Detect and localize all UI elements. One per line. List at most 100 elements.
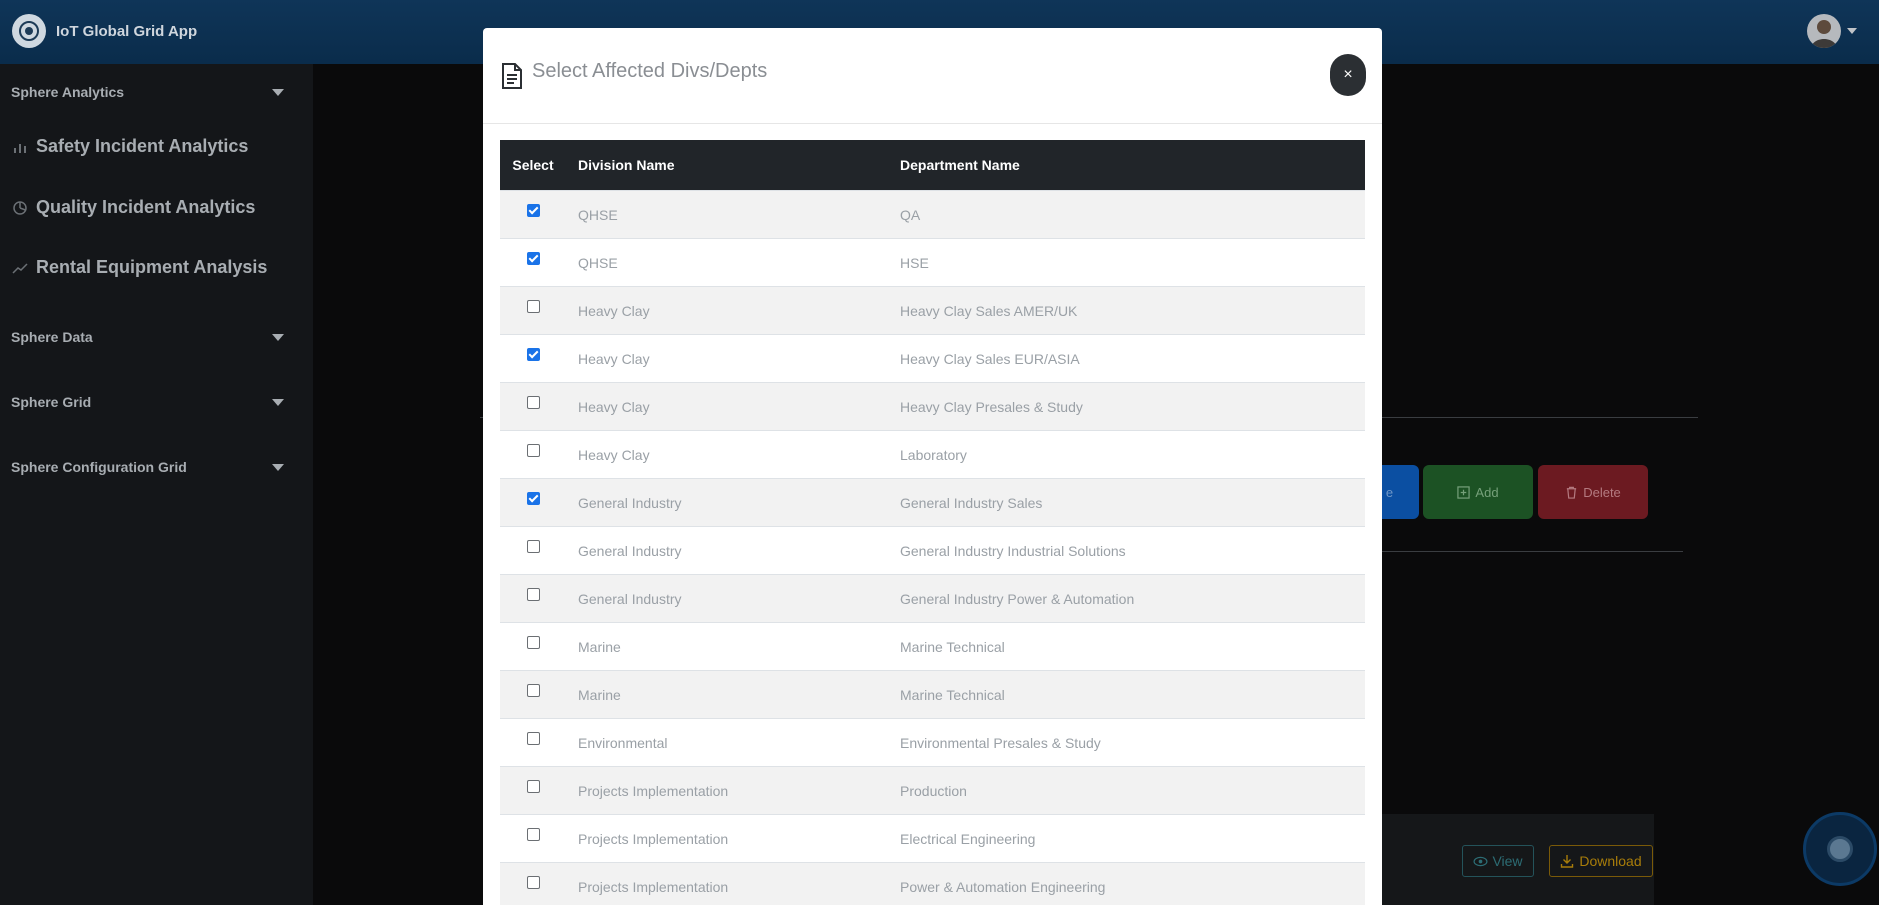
app-title: IoT Global Grid App bbox=[56, 22, 198, 40]
row-checkbox[interactable] bbox=[526, 251, 540, 265]
line-chart-icon bbox=[12, 262, 28, 274]
table-row[interactable]: QHSE HSE bbox=[500, 238, 1365, 287]
row-checkbox[interactable] bbox=[526, 683, 540, 697]
table-row[interactable]: Heavy Clay Heavy Clay Sales EUR/ASIA bbox=[500, 334, 1365, 383]
department-name-cell: Marine Technical bbox=[900, 670, 1365, 719]
department-name-cell: QA bbox=[900, 190, 1365, 239]
chevron-down-icon[interactable] bbox=[272, 399, 284, 406]
download-button[interactable]: Download bbox=[1549, 845, 1653, 877]
row-checkbox[interactable] bbox=[526, 299, 540, 313]
division-name-cell: Environmental bbox=[566, 718, 900, 767]
table-row[interactable]: General Industry General Industry Sales bbox=[500, 478, 1365, 527]
brand[interactable]: IoT Global Grid App bbox=[12, 14, 197, 48]
row-checkbox[interactable] bbox=[526, 443, 540, 457]
column-header-division: Division Name bbox=[578, 157, 675, 173]
sidebar-item-rental-equipment-analysis[interactable]: Rental Equipment Analysis bbox=[12, 257, 267, 278]
row-checkbox[interactable] bbox=[526, 203, 540, 217]
close-button[interactable]: × bbox=[1330, 54, 1366, 96]
delete-button-label: Delete bbox=[1583, 484, 1621, 500]
select-cell bbox=[500, 526, 566, 575]
user-avatar[interactable] bbox=[1807, 14, 1841, 48]
table-row[interactable]: General Industry General Industry Industr… bbox=[500, 526, 1365, 575]
department-name-cell: HSE bbox=[900, 238, 1365, 287]
sidebar-section-grid[interactable]: Sphere Grid bbox=[11, 394, 91, 410]
division-name-cell: Heavy Clay bbox=[566, 286, 900, 335]
column-header-department: Department Name bbox=[900, 157, 1020, 173]
row-checkbox[interactable] bbox=[526, 779, 540, 793]
table-row[interactable]: Marine Marine Technical bbox=[500, 622, 1365, 671]
user-menu-caret-icon[interactable] bbox=[1847, 28, 1857, 34]
row-checkbox[interactable] bbox=[526, 395, 540, 409]
sidebar-section-analytics[interactable]: Sphere Analytics bbox=[11, 84, 124, 100]
table-row[interactable]: Environmental Environmental Presales & St… bbox=[500, 718, 1365, 767]
sidebar-section-data[interactable]: Sphere Data bbox=[11, 329, 93, 345]
select-cell bbox=[500, 430, 566, 479]
chat-bot-icon bbox=[1827, 836, 1853, 862]
division-name-cell: QHSE bbox=[566, 190, 900, 239]
trash-icon bbox=[1567, 486, 1577, 499]
row-checkbox[interactable] bbox=[526, 539, 540, 553]
division-name-cell: Projects Implementation bbox=[566, 766, 900, 815]
sidebar-item-label: Quality Incident Analytics bbox=[36, 197, 256, 217]
division-name-cell: General Industry bbox=[566, 478, 900, 527]
select-cell bbox=[500, 478, 566, 527]
select-cell bbox=[500, 670, 566, 719]
table-row[interactable]: Projects Implementation Electrical Engine… bbox=[500, 814, 1365, 863]
department-name-cell: General Industry Sales bbox=[900, 478, 1365, 527]
table-row[interactable]: Projects Implementation Production bbox=[500, 766, 1365, 815]
sidebar-item-label: Safety Incident Analytics bbox=[36, 136, 249, 156]
app-logo-icon bbox=[12, 14, 46, 48]
division-name-cell: Projects Implementation bbox=[566, 814, 900, 863]
department-name-cell: Production bbox=[900, 766, 1365, 815]
sidebar-item-safety-incident-analytics[interactable]: Safety Incident Analytics bbox=[12, 136, 248, 157]
table-header-row: Select Division Name Department Name bbox=[500, 140, 1365, 191]
delete-button[interactable]: Delete bbox=[1538, 465, 1648, 519]
table-row[interactable]: Projects Implementation Power & Automatio… bbox=[500, 862, 1365, 905]
department-name-cell: Laboratory bbox=[900, 430, 1365, 479]
add-button-label: Add bbox=[1475, 484, 1499, 500]
department-name-cell: Environmental Presales & Study bbox=[900, 718, 1365, 767]
sidebar: Sphere Analytics Safety Incident Analyti… bbox=[0, 64, 313, 905]
select-cell bbox=[500, 766, 566, 815]
row-checkbox[interactable] bbox=[526, 347, 540, 361]
table-row[interactable]: Heavy Clay Laboratory bbox=[500, 430, 1365, 479]
division-name-cell: General Industry bbox=[566, 574, 900, 623]
select-cell bbox=[500, 862, 566, 905]
chat-assistant-button[interactable] bbox=[1803, 812, 1877, 886]
department-name-cell: Heavy Clay Sales EUR/ASIA bbox=[900, 334, 1365, 383]
table-row[interactable]: QHSE QA bbox=[500, 190, 1365, 239]
row-checkbox[interactable] bbox=[526, 731, 540, 745]
select-cell bbox=[500, 382, 566, 431]
row-checkbox[interactable] bbox=[526, 827, 540, 841]
division-name-cell: Heavy Clay bbox=[566, 334, 900, 383]
row-checkbox[interactable] bbox=[526, 491, 540, 505]
chevron-down-icon[interactable] bbox=[272, 89, 284, 96]
table-row[interactable]: Heavy Clay Heavy Clay Sales AMER/UK bbox=[500, 286, 1365, 335]
add-button[interactable]: Add bbox=[1423, 465, 1533, 519]
download-button-label: Download bbox=[1579, 853, 1642, 869]
close-icon: × bbox=[1343, 66, 1353, 83]
division-name-cell: Heavy Clay bbox=[566, 382, 900, 431]
modal-header: Select Affected Divs/Depts × bbox=[483, 28, 1382, 124]
table-row[interactable]: Marine Marine Technical bbox=[500, 670, 1365, 719]
document-icon bbox=[502, 63, 522, 89]
select-cell bbox=[500, 814, 566, 863]
chevron-down-icon[interactable] bbox=[272, 334, 284, 341]
divs-depts-table: Select Division Name Department Name QHS… bbox=[500, 140, 1365, 905]
sidebar-section-configuration-grid[interactable]: Sphere Configuration Grid bbox=[11, 459, 187, 475]
table-row[interactable]: Heavy Clay Heavy Clay Presales & Study bbox=[500, 382, 1365, 431]
select-cell bbox=[500, 574, 566, 623]
sidebar-item-quality-incident-analytics[interactable]: Quality Incident Analytics bbox=[12, 197, 255, 218]
row-checkbox[interactable] bbox=[526, 635, 540, 649]
table-row[interactable]: General Industry General Industry Power &… bbox=[500, 574, 1365, 623]
select-cell bbox=[500, 718, 566, 767]
row-checkbox[interactable] bbox=[526, 587, 540, 601]
view-button[interactable]: View bbox=[1462, 845, 1534, 877]
chevron-down-icon[interactable] bbox=[272, 464, 284, 471]
select-cell bbox=[500, 286, 566, 335]
select-cell bbox=[500, 238, 566, 287]
department-name-cell: Power & Automation Engineering bbox=[900, 862, 1365, 905]
department-name-cell: General Industry Industrial Solutions bbox=[900, 526, 1365, 575]
division-name-cell: Heavy Clay bbox=[566, 430, 900, 479]
row-checkbox[interactable] bbox=[526, 875, 540, 889]
